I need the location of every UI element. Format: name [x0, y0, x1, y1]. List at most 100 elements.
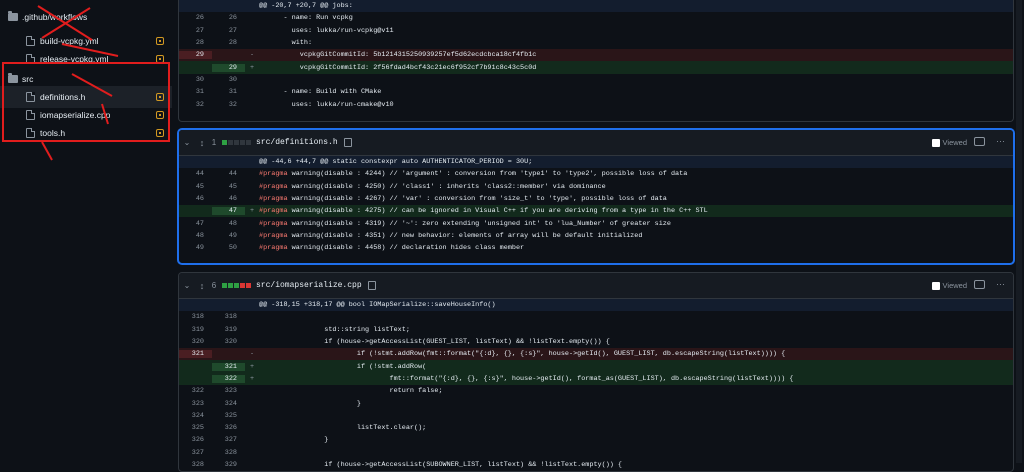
code-text: }: [259, 436, 329, 445]
diff-sign: +: [249, 207, 255, 216]
expand-icon[interactable]: ↕: [195, 281, 209, 291]
file-path[interactable]: src/iomapserialize.cpp: [256, 281, 362, 290]
new-line-number[interactable]: 326: [212, 424, 245, 432]
keyword: #pragma: [259, 207, 288, 216]
code-text: #pragma warning(disable : 4275) // can b…: [259, 207, 708, 216]
old-line-number[interactable]: 28: [179, 39, 212, 47]
file-header: ⌄ ↕ 1 src/definitions.h Viewed ···: [179, 130, 1013, 156]
old-line-number[interactable]: 326: [179, 436, 212, 444]
diff-line: 323 324 }: [179, 397, 1013, 409]
new-line-number[interactable]: 27: [212, 27, 245, 35]
old-line-number[interactable]: 321: [179, 350, 212, 359]
scrollbar[interactable]: [1016, 0, 1022, 463]
code-text: with:: [259, 39, 313, 48]
new-line-number[interactable]: 328: [212, 449, 245, 457]
diff-line: 320 320 if (house->getAccessList(GUEST_LI…: [179, 336, 1013, 348]
hunk-header[interactable]: @@ -318,15 +318,17 @@ bool IOMapSerializ…: [179, 299, 1013, 312]
old-line-number[interactable]: 318: [179, 313, 212, 321]
new-line-number[interactable]: 319: [212, 326, 245, 334]
new-line-number[interactable]: 327: [212, 436, 245, 444]
new-line-number[interactable]: 30: [212, 76, 245, 84]
diff-line: 44 44 #pragma warning(disable : 4244) // '…: [179, 168, 1013, 180]
keyword: #pragma: [259, 231, 288, 240]
old-line-number[interactable]: 46: [179, 195, 212, 203]
comment-icon[interactable]: [974, 280, 985, 289]
new-line-number[interactable]: 325: [212, 412, 245, 420]
old-line-number[interactable]: 325: [179, 424, 212, 432]
old-line-number[interactable]: 322: [179, 387, 212, 395]
old-line-number[interactable]: 328: [179, 461, 212, 469]
new-line-number[interactable]: 47: [212, 207, 245, 216]
old-line-number[interactable]: 324: [179, 412, 212, 420]
old-line-number[interactable]: 26: [179, 14, 212, 22]
old-line-number[interactable]: 320: [179, 338, 212, 346]
new-line-number[interactable]: 26: [212, 14, 245, 22]
expand-icon[interactable]: ↕: [195, 138, 209, 148]
folder-icon: [8, 11, 18, 21]
diff-line: 46 46 #pragma warning(disable : 4267) // '…: [179, 193, 1013, 205]
code-text: if (!stmt.addRow(fmt::format("{:d}, {}, …: [259, 350, 786, 359]
code-text: listText.clear();: [259, 424, 427, 433]
viewed-checkbox[interactable]: [931, 281, 940, 290]
diff-line: 49 50 #pragma warning(disable : 4458) // d…: [179, 242, 1013, 254]
more-options-icon[interactable]: ···: [996, 279, 1005, 289]
diffstat: [222, 281, 252, 290]
viewed-toggle[interactable]: Viewed: [931, 281, 967, 290]
old-line-number[interactable]: 48: [179, 232, 212, 240]
change-count: 1: [211, 138, 217, 147]
viewed-checkbox[interactable]: [931, 138, 940, 147]
chevron-down-icon[interactable]: ⌄: [179, 281, 195, 290]
old-line-number[interactable]: 27: [179, 27, 212, 35]
copy-icon[interactable]: [343, 138, 352, 147]
new-line-number[interactable]: 49: [212, 232, 245, 240]
viewed-toggle[interactable]: Viewed: [931, 138, 967, 147]
new-line-number[interactable]: 323: [212, 387, 245, 395]
keyword: #pragma: [259, 244, 288, 253]
new-line-number[interactable]: 32: [212, 101, 245, 109]
chevron-down-icon[interactable]: ⌄: [179, 138, 195, 147]
copy-icon[interactable]: [367, 281, 376, 290]
old-line-number[interactable]: 47: [179, 220, 212, 228]
diff-line: 318 318: [179, 311, 1013, 323]
hunk-header[interactable]: @@ -44,6 +44,7 @@ static constexpr auto …: [179, 156, 1013, 169]
old-line-number[interactable]: 30: [179, 76, 212, 84]
new-line-number[interactable]: 44: [212, 170, 245, 178]
new-line-number[interactable]: 322: [212, 374, 245, 383]
old-line-number[interactable]: 319: [179, 326, 212, 334]
file-path[interactable]: src/definitions.h: [256, 138, 338, 147]
old-line-number[interactable]: 29: [179, 51, 212, 60]
new-line-number[interactable]: 46: [212, 195, 245, 203]
new-line-number[interactable]: 320: [212, 338, 245, 346]
new-line-number[interactable]: 329: [212, 461, 245, 469]
old-line-number[interactable]: 49: [179, 244, 212, 252]
keyword: #pragma: [259, 170, 288, 179]
diff-line: 27 27 uses: lukka/run-vcpkg@v11: [179, 25, 1013, 37]
new-line-number[interactable]: 48: [212, 220, 245, 228]
diff-line: 32 32 uses: lukka/run-cmake@v10: [179, 98, 1013, 110]
new-line-number[interactable]: 50: [212, 244, 245, 252]
tree-item-label: build-vcpkg.yml: [40, 36, 99, 46]
new-line-number[interactable]: 28: [212, 39, 245, 47]
old-line-number[interactable]: 32: [179, 101, 212, 109]
new-line-number[interactable]: 321: [212, 362, 245, 371]
old-line-number[interactable]: 44: [179, 170, 212, 178]
old-line-number[interactable]: 327: [179, 449, 212, 457]
new-line-number[interactable]: 29: [212, 63, 245, 72]
code-text: - name: Run vcpkg: [259, 14, 353, 23]
new-line-number[interactable]: 45: [212, 183, 245, 191]
diff-line: 319 319 std::string listText;: [179, 324, 1013, 336]
diff-line: 29 - vcpkgGitCommitId: 5b1214315250939257…: [179, 49, 1013, 62]
comment-icon[interactable]: [974, 137, 985, 146]
old-line-number[interactable]: 323: [179, 400, 212, 408]
old-line-number[interactable]: 31: [179, 88, 212, 96]
tree-folder[interactable]: .github/workflows: [0, 6, 172, 28]
new-line-number[interactable]: 324: [212, 400, 245, 408]
diff-line: 31 31 - name: Build with CMake: [179, 86, 1013, 98]
more-options-icon[interactable]: ···: [996, 136, 1005, 146]
old-line-number[interactable]: 45: [179, 183, 212, 191]
new-line-number[interactable]: 318: [212, 313, 245, 321]
new-line-number[interactable]: 31: [212, 88, 245, 96]
diff-line: 48 49 #pragma warning(disable : 4351) // n…: [179, 230, 1013, 242]
diff-line: 28 28 with:: [179, 37, 1013, 49]
hunk-header[interactable]: @@ -20,7 +20,7 @@ jobs:: [179, 0, 1013, 13]
